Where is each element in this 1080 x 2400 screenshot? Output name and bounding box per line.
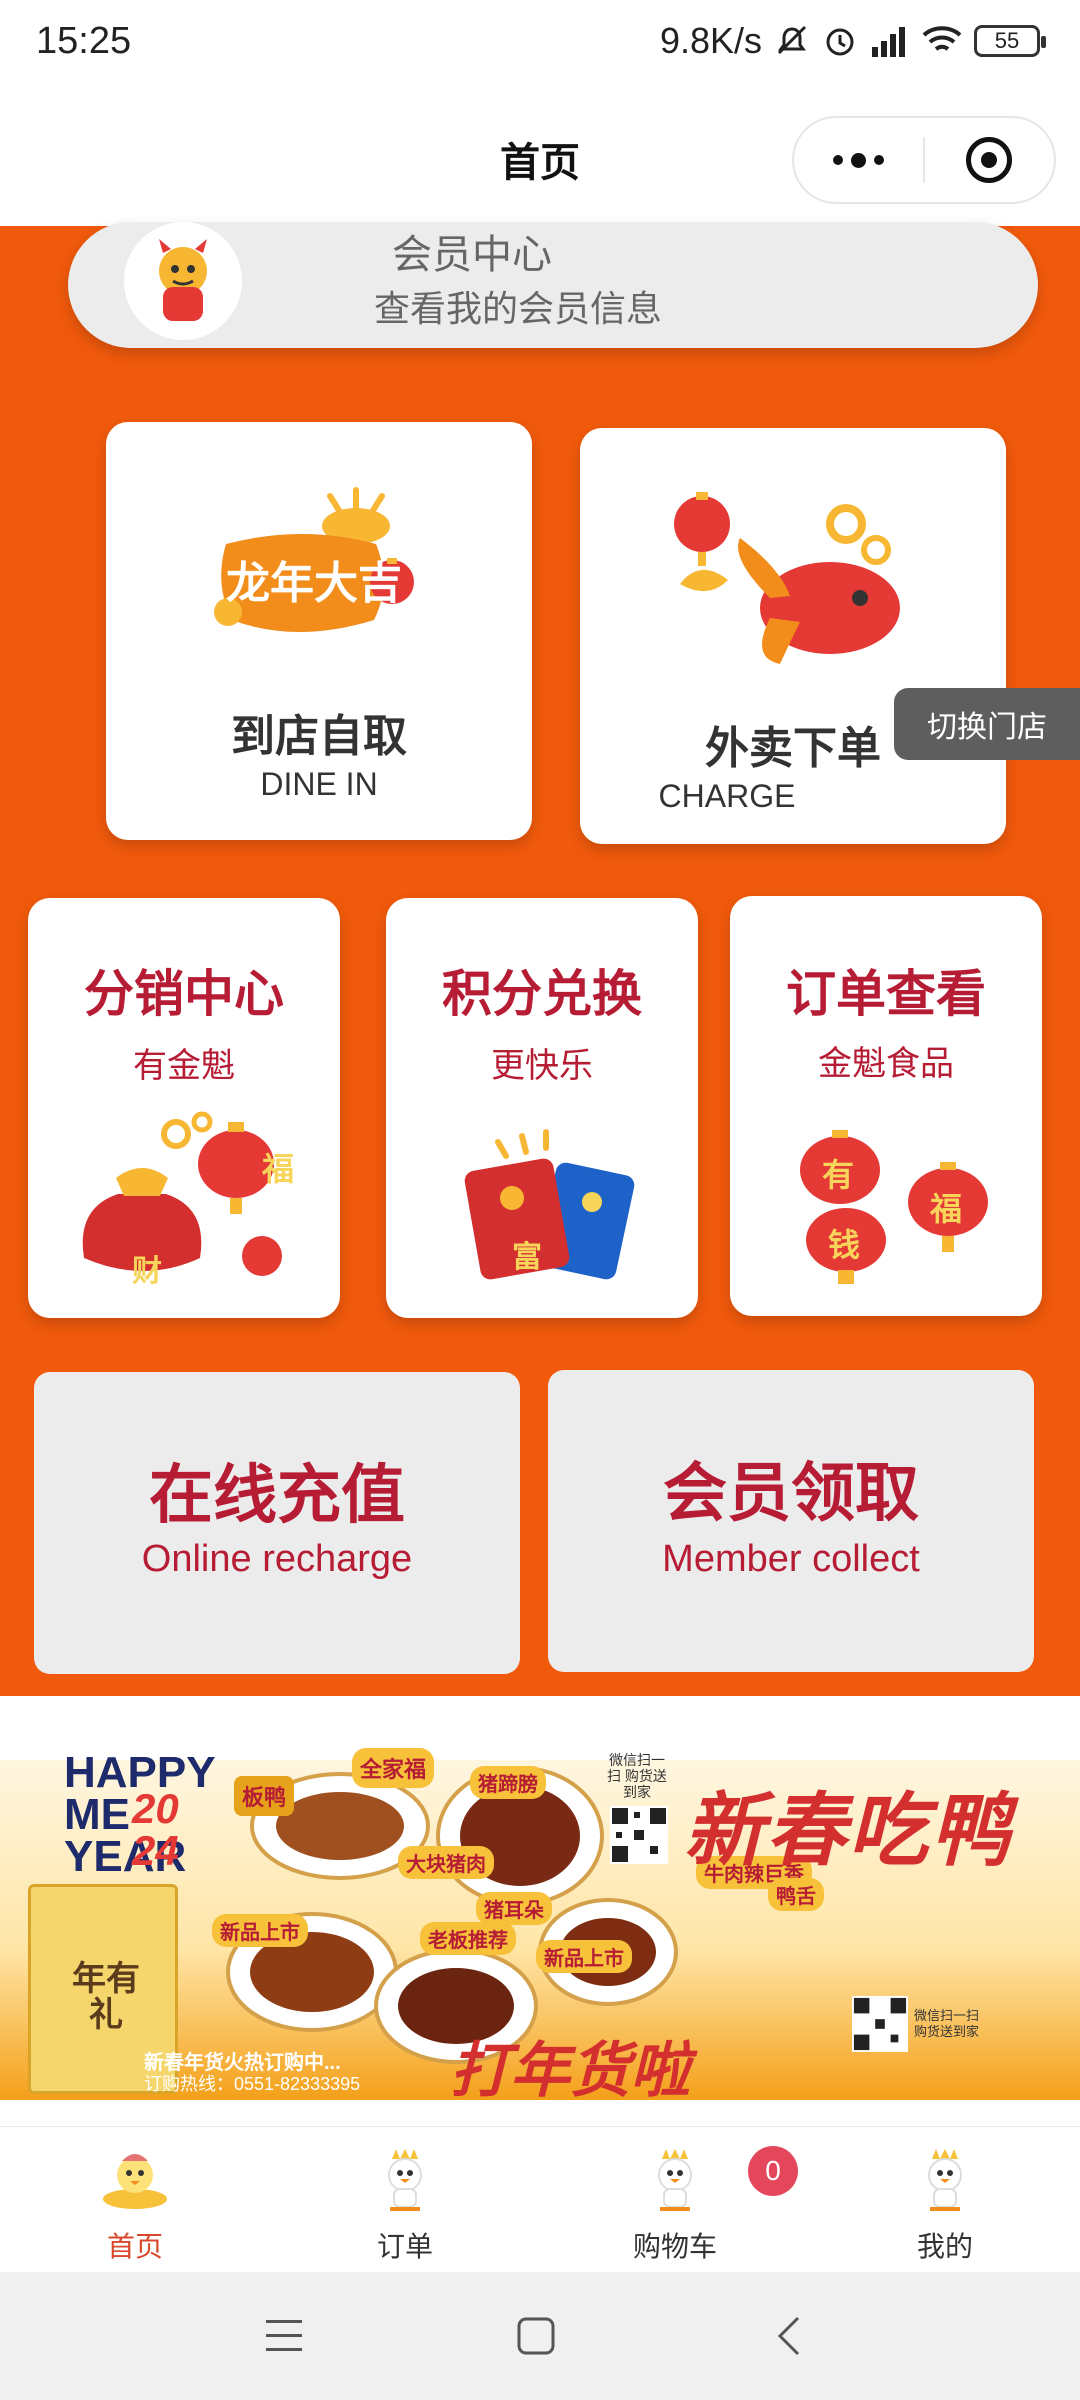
member-collect-subtitle: Member collect bbox=[662, 1538, 920, 1580]
qr-code-icon bbox=[610, 1806, 668, 1864]
order-view-title: 订单查看 bbox=[786, 966, 986, 1022]
qr-code-icon bbox=[852, 1996, 908, 2052]
alarm-icon bbox=[826, 28, 854, 56]
promo-banner[interactable]: HAPPY ME YEAR 20 24 板鸭 全家福 猪蹄膀 大块猪肉 猪耳朵 … bbox=[0, 1696, 1080, 2126]
more-menu-button[interactable] bbox=[794, 152, 923, 168]
dragon-year-badge-text: 龙年大吉 bbox=[226, 559, 402, 608]
delivery-card[interactable]: 外卖下单 CHARGE bbox=[580, 428, 1006, 844]
dragon-mascot-icon bbox=[159, 239, 207, 321]
banner-tag: 猪耳朵 bbox=[476, 1892, 552, 1925]
switch-store-button[interactable]: 切换门店 bbox=[894, 688, 1080, 760]
tab-cart-label: 购物车 bbox=[632, 2231, 717, 2262]
distribution-center-card[interactable]: 分销中心 有金魁 福 财 bbox=[28, 898, 340, 1318]
lanterns-icon bbox=[800, 1130, 988, 1284]
dine-in-subtitle: DINE IN bbox=[260, 766, 378, 802]
banner-headline: 新春吃鸭 bbox=[684, 1786, 1012, 1875]
status-icons: 9.8K/s 55 bbox=[659, 20, 1046, 62]
duck-mascot-orders-icon bbox=[388, 2149, 422, 2211]
target-icon bbox=[966, 137, 1013, 183]
banner-bottom-headline: 打年货啦 bbox=[450, 2037, 690, 2104]
member-center-subtitle: 查看我的会员信息 bbox=[374, 288, 663, 329]
duck-mascot-home-icon bbox=[103, 2154, 167, 2209]
tab-bar: 首页 订单 购物车 我的 bbox=[0, 2126, 1080, 2272]
banner-tag: 板鸭 bbox=[234, 1776, 295, 1816]
banner-tag: 新品上市 bbox=[212, 1914, 308, 1947]
qian-lantern-text: 钱 bbox=[828, 1227, 861, 1263]
cai-bag-text: 财 bbox=[132, 1255, 162, 1288]
order-view-card[interactable]: 订单查看 金魁食品 有 钱 福 bbox=[730, 896, 1042, 1316]
lucky-koi-icon bbox=[674, 492, 900, 664]
tab-orders[interactable]: 订单 bbox=[270, 2127, 540, 2273]
close-miniprogram-button[interactable] bbox=[925, 137, 1054, 183]
tab-home-label: 首页 bbox=[106, 2231, 163, 2262]
signal-icon bbox=[872, 27, 905, 57]
order-view-subtitle: 金魁食品 bbox=[818, 1045, 954, 1083]
banner-tag: 新品上市 bbox=[536, 1940, 632, 1973]
banner-tag: 大块猪肉 bbox=[398, 1846, 494, 1879]
online-recharge-subtitle: Online recharge bbox=[141, 1538, 413, 1580]
red-envelope-icon bbox=[464, 1129, 635, 1280]
system-navigation-bar bbox=[0, 2272, 1080, 2400]
member-collect-title: 会员领取 bbox=[663, 1457, 919, 1529]
cart-count-badge: 0 bbox=[748, 2146, 798, 2196]
battery-icon: 55 bbox=[974, 25, 1046, 57]
banner-tag: 猪蹄膀 bbox=[470, 1766, 546, 1799]
year-2024-text: 20 24 bbox=[132, 1785, 179, 1874]
tab-mine[interactable]: 我的 bbox=[810, 2127, 1080, 2273]
status-bar: 15:25 9.8K/s 55 bbox=[0, 0, 1080, 90]
tab-mine-label: 我的 bbox=[916, 2231, 973, 2262]
miniprogram-capsule bbox=[792, 116, 1056, 204]
online-recharge-button[interactable]: 在线充值 Online recharge bbox=[34, 1372, 520, 1674]
menu-icon[interactable] bbox=[262, 2316, 306, 2356]
fortune-bag-icon bbox=[82, 1111, 282, 1276]
points-exchange-title: 积分兑换 bbox=[442, 966, 642, 1022]
banner-tag: 老板推荐 bbox=[420, 1922, 516, 1955]
dine-in-card[interactable]: 龙年大吉 到店自取 DINE IN bbox=[106, 422, 532, 840]
qr-label-top: 微信扫一扫 购货送到家 bbox=[607, 1752, 667, 1800]
online-recharge-title: 在线充值 bbox=[149, 1459, 405, 1531]
member-collect-button[interactable]: 会员领取 Member collect bbox=[548, 1370, 1034, 1672]
tab-home[interactable]: 首页 bbox=[0, 2127, 270, 2273]
home-square-icon[interactable] bbox=[514, 2314, 558, 2358]
distribution-center-subtitle: 有金魁 bbox=[133, 1047, 235, 1085]
points-exchange-card[interactable]: 积分兑换 更快乐 富 bbox=[386, 898, 698, 1318]
wifi-icon bbox=[922, 26, 962, 51]
qr-label-bottom: 微信扫一扫 购货送到家 bbox=[914, 2008, 980, 2039]
fu-envelope-text: 富 bbox=[512, 1241, 542, 1274]
tab-orders-label: 订单 bbox=[376, 2231, 433, 2262]
member-avatar bbox=[124, 222, 242, 340]
network-speed: 9.8K/s bbox=[659, 20, 762, 61]
dine-in-title: 到店自取 bbox=[231, 712, 407, 761]
fu-lantern-text-2: 福 bbox=[930, 1191, 963, 1227]
banner-hotline-2: 订购热线：0551-82333395 bbox=[144, 2074, 361, 2094]
distribution-center-title: 分销中心 bbox=[84, 966, 284, 1022]
member-center-title: 会员中心 bbox=[392, 233, 552, 277]
mute-bell-icon bbox=[777, 25, 807, 55]
delivery-subtitle: CHARGE bbox=[658, 778, 796, 814]
duck-mascot-cart-icon bbox=[658, 2149, 692, 2211]
duck-mascot-mine-icon bbox=[928, 2149, 962, 2211]
points-exchange-subtitle: 更快乐 bbox=[491, 1047, 593, 1085]
you-lantern-text: 有 bbox=[822, 1157, 855, 1193]
nav-bar: 首页 bbox=[0, 90, 1080, 226]
banner-tag: 鸭舌 bbox=[768, 1878, 824, 1911]
status-time: 15:25 bbox=[36, 20, 132, 62]
banner-tag: 全家福 bbox=[352, 1748, 435, 1788]
fu-lantern-text: 福 bbox=[262, 1151, 295, 1187]
back-arrow-icon[interactable] bbox=[770, 2312, 810, 2360]
